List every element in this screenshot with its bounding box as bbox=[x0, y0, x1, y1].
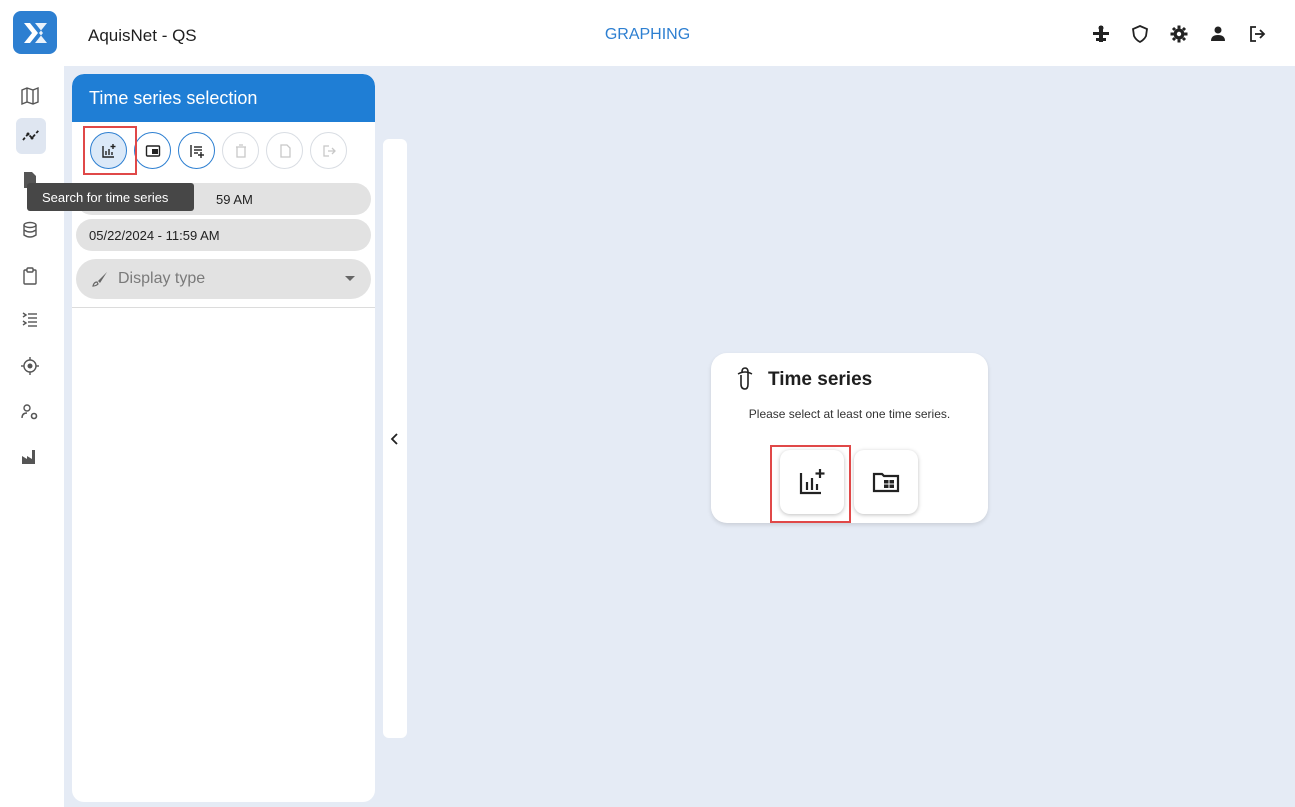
chevron-down-icon bbox=[345, 276, 355, 281]
graph-icon[interactable] bbox=[16, 118, 46, 154]
logout-icon[interactable] bbox=[1247, 24, 1267, 44]
exit-icon bbox=[322, 144, 336, 157]
add-list-button[interactable] bbox=[178, 132, 215, 169]
document-export-icon bbox=[279, 143, 291, 158]
panel-title: Time series selection bbox=[72, 74, 375, 122]
map-pin-tools-icon[interactable] bbox=[1091, 24, 1111, 44]
factory-icon[interactable] bbox=[16, 442, 44, 470]
end-date-field[interactable]: 05/22/2024 - 11:59 AM bbox=[76, 219, 371, 251]
card-title: Time series bbox=[768, 369, 873, 390]
app-title: AquisNet - QS bbox=[88, 26, 197, 45]
folder-table-icon bbox=[145, 144, 160, 157]
database-icon[interactable] bbox=[16, 216, 44, 244]
user-settings-icon[interactable] bbox=[16, 398, 44, 426]
top-actions bbox=[1091, 24, 1267, 44]
chart-add-icon bbox=[101, 143, 115, 158]
end-date-value: 05/22/2024 - 11:59 AM bbox=[89, 228, 220, 243]
search-time-series-button[interactable] bbox=[90, 132, 127, 169]
page-title: GRAPHING bbox=[604, 26, 691, 43]
open-folder-card-button[interactable] bbox=[854, 450, 918, 514]
panel-divider bbox=[72, 307, 375, 308]
empty-state-card: Time series Please select at least one t… bbox=[711, 353, 988, 523]
tooltip: Search for time series bbox=[27, 183, 194, 211]
start-date-value: 59 AM bbox=[216, 192, 253, 207]
collapse-panel-handle[interactable] bbox=[383, 139, 407, 738]
top-bar: AquisNet - QS GRAPHING bbox=[0, 0, 1295, 66]
shield-icon[interactable] bbox=[1130, 24, 1150, 44]
brush-icon bbox=[92, 272, 107, 287]
export-document-button[interactable] bbox=[266, 132, 303, 169]
list-add-icon bbox=[189, 144, 204, 158]
folder-table-icon bbox=[872, 472, 900, 493]
logo-icon bbox=[24, 22, 47, 43]
panel-toolbar bbox=[90, 132, 347, 169]
display-type-placeholder: Display type bbox=[118, 270, 206, 287]
chevron-left-icon bbox=[390, 433, 398, 445]
display-type-select[interactable]: Display type bbox=[76, 259, 371, 299]
search-time-series-card-button[interactable] bbox=[780, 450, 844, 514]
delete-button[interactable] bbox=[222, 132, 259, 169]
clipboard-icon[interactable] bbox=[16, 262, 44, 290]
map-icon[interactable] bbox=[16, 82, 44, 110]
nav-rail bbox=[0, 66, 66, 807]
user-icon[interactable] bbox=[1208, 24, 1228, 44]
list-icon[interactable] bbox=[16, 306, 44, 334]
target-icon[interactable] bbox=[16, 352, 44, 380]
open-folder-button[interactable] bbox=[134, 132, 171, 169]
paperclip-chart-icon bbox=[737, 367, 753, 390]
chart-add-icon bbox=[799, 469, 825, 495]
card-message: Please select at least one time series. bbox=[748, 407, 951, 421]
exit-button[interactable] bbox=[310, 132, 347, 169]
app-logo[interactable] bbox=[13, 11, 57, 54]
trash-icon bbox=[235, 143, 246, 158]
gear-icon[interactable] bbox=[1169, 24, 1189, 44]
